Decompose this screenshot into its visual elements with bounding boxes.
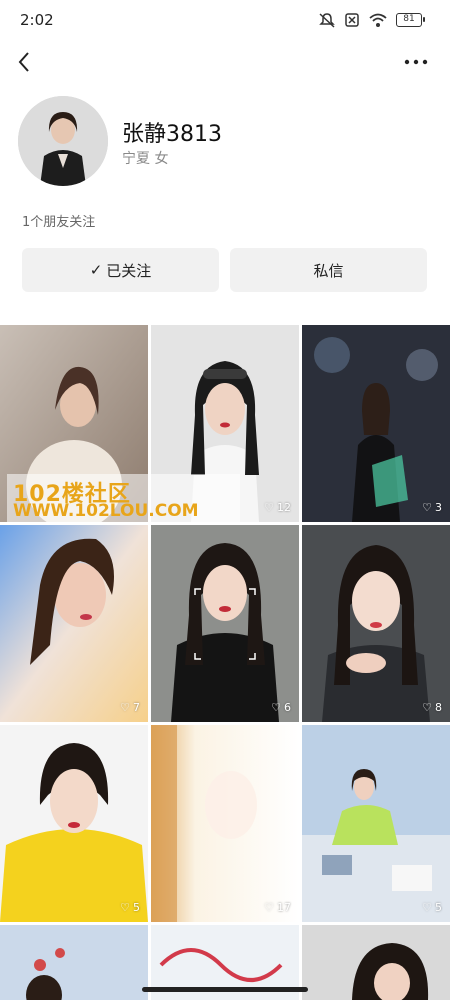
like-count: ♡ 5	[120, 901, 140, 914]
heart-icon: ♡	[422, 501, 432, 514]
status-icons: 81	[318, 12, 425, 28]
post-tile[interactable]: ♡ 3	[302, 325, 450, 522]
mute-icon	[319, 13, 335, 28]
wifi-icon	[369, 13, 387, 27]
post-tile[interactable]: ♡ 6	[151, 525, 299, 722]
like-count-value: 8	[435, 701, 442, 714]
post-thumbnail	[151, 525, 299, 722]
heart-icon: ♡	[422, 901, 432, 914]
avatar[interactable]	[18, 96, 108, 186]
like-count: ♡ 5	[422, 901, 442, 914]
post-thumbnail	[302, 325, 450, 522]
like-count: ♡ 3	[422, 501, 442, 514]
post-tile[interactable]: ♡ 7	[0, 525, 148, 722]
friends-following-text[interactable]: 1个朋友关注	[22, 211, 95, 230]
checkmark-icon: ✓	[89, 261, 103, 279]
battery-icon: 81	[396, 13, 425, 27]
like-count-value: 12	[277, 501, 291, 514]
message-button[interactable]: 私信	[230, 248, 427, 292]
like-count-value: 6	[284, 701, 291, 714]
post-thumbnail	[302, 725, 450, 922]
avatar-image	[18, 96, 108, 186]
no-sim-icon	[345, 13, 359, 27]
heart-icon: ♡	[264, 501, 274, 514]
post-thumbnail	[302, 525, 450, 722]
heart-icon: ♡	[120, 901, 130, 914]
profile-name: 张静3813	[122, 122, 222, 147]
post-thumbnail	[151, 725, 299, 922]
more-options-button[interactable]	[400, 48, 432, 76]
like-count-value: 5	[133, 901, 140, 914]
heart-icon: ♡	[271, 701, 281, 714]
like-count-value: 7	[133, 701, 140, 714]
post-tile[interactable]: ♡ 8	[302, 525, 450, 722]
like-count: ♡ 8	[422, 701, 442, 714]
post-thumbnail	[0, 925, 148, 1000]
post-tile[interactable]	[302, 925, 450, 1000]
post-tile[interactable]: ♡ 17	[151, 725, 299, 922]
posts-grid: ♡ 12 ♡ 3 ♡ 7 ♡ 6 ♡ 8 ♡ 5 ♡ 17 ♡ 5	[0, 325, 450, 1000]
more-dots-icon	[404, 59, 428, 65]
heart-icon: ♡	[264, 901, 274, 914]
followed-button[interactable]: ✓ 已关注	[22, 248, 219, 292]
watermark-url: WWW.102LOU.COM	[13, 501, 199, 521]
chevron-left-icon	[18, 52, 29, 72]
like-count-value: 17	[277, 901, 291, 914]
nav-bar	[0, 40, 450, 84]
like-count: ♡ 12	[264, 501, 291, 514]
profile-location: 宁夏	[122, 151, 150, 167]
watermark: 102楼社区 WWW.102LOU.COM	[7, 474, 240, 524]
message-label: 私信	[313, 261, 344, 280]
like-count-value: 3	[435, 501, 442, 514]
home-indicator[interactable]	[142, 987, 308, 992]
heart-icon: ♡	[120, 701, 130, 714]
profile-gender: 女	[154, 151, 169, 167]
like-count: ♡ 6	[271, 701, 291, 714]
post-tile[interactable]: ♡ 5	[302, 725, 450, 922]
post-tile[interactable]	[0, 925, 148, 1000]
like-count: ♡ 17	[264, 901, 291, 914]
profile-header: 张静3813 宁夏 女	[18, 96, 438, 188]
post-thumbnail	[302, 925, 450, 1000]
back-button[interactable]	[10, 48, 38, 76]
followed-label: 已关注	[106, 261, 152, 280]
like-count-value: 5	[435, 901, 442, 914]
like-count: ♡ 7	[120, 701, 140, 714]
post-tile[interactable]: ♡ 5	[0, 725, 148, 922]
post-thumbnail	[0, 525, 148, 722]
heart-icon: ♡	[422, 701, 432, 714]
status-bar: 2:02 81	[0, 0, 450, 40]
status-time: 2:02	[20, 11, 54, 29]
post-thumbnail	[0, 725, 148, 922]
profile-subinfo: 宁夏 女	[122, 148, 168, 168]
